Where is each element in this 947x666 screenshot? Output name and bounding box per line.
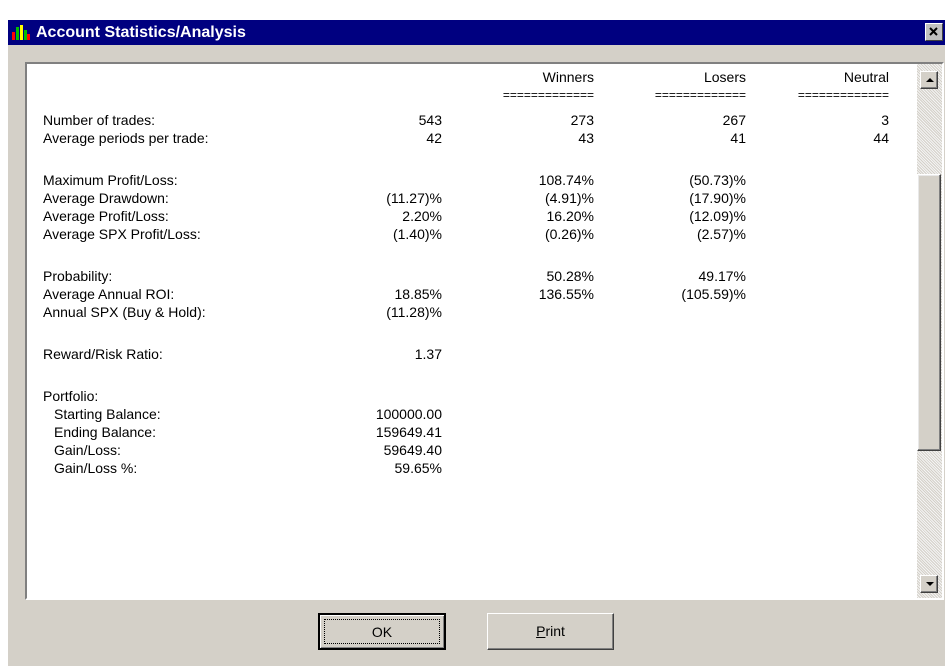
ok-label: OK	[371, 624, 393, 640]
vertical-scrollbar[interactable]	[917, 64, 942, 598]
row-label: Maximum Profit/Loss:	[43, 172, 178, 188]
row-label: Starting Balance:	[54, 406, 161, 422]
value-neutral: 3	[881, 112, 889, 128]
print-label-rest: rint	[545, 623, 565, 639]
report-row: Gain/Loss %: 59.65%	[27, 459, 917, 477]
chart-bars-icon	[12, 25, 30, 40]
scroll-down-button[interactable]	[920, 575, 938, 593]
dialog-window: Account Statistics/Analysis Winners Lose…	[0, 0, 947, 666]
value-total: 18.85%	[394, 286, 442, 302]
header-losers: Losers	[703, 69, 746, 85]
value-total: 2.20%	[402, 208, 442, 224]
value-winners: 136.55%	[538, 286, 594, 302]
value-winners: 108.74%	[538, 172, 594, 188]
close-icon	[929, 27, 938, 36]
report-row: Portfolio:	[27, 387, 917, 405]
close-button[interactable]	[925, 23, 943, 41]
value-winners: 50.28%	[546, 268, 594, 284]
row-label: Annual SPX (Buy & Hold):	[43, 304, 206, 320]
ok-button[interactable]: OK	[318, 613, 446, 650]
row-label: Average Annual ROI:	[43, 286, 175, 302]
value-winners: (0.26)%	[544, 226, 594, 242]
arrow-down-icon	[926, 582, 934, 586]
row-label: Gain/Loss %:	[54, 460, 138, 476]
title-bar[interactable]: Account Statistics/Analysis	[8, 20, 945, 45]
header-winners: Winners	[542, 69, 594, 85]
report-row: Annual SPX (Buy & Hold): (11.28)%	[27, 303, 917, 321]
separator-losers: =============	[654, 88, 746, 102]
separator-row: ============= ============= ============…	[27, 86, 917, 104]
report-row: Average Annual ROI: 18.85% 136.55% (105.59)…	[27, 285, 917, 303]
value-total: (11.28)%	[386, 304, 442, 320]
value-winners: 273	[570, 112, 594, 128]
value-total: 543	[418, 112, 442, 128]
row-label: Probability:	[43, 268, 113, 284]
report-row: Probability: 50.28% 49.17%	[27, 267, 917, 285]
value-total: 159649.41	[375, 424, 442, 440]
value-total: (1.40)%	[392, 226, 442, 242]
report-row: Average periods per trade: 42 43 41 44	[27, 129, 917, 147]
value-total: 42	[426, 130, 442, 146]
row-label: Ending Balance:	[54, 424, 156, 440]
value-losers: (17.90)%	[689, 190, 746, 206]
report-row: Reward/Risk Ratio: 1.37	[27, 345, 917, 363]
header-neutral: Neutral	[843, 69, 889, 85]
value-losers: 49.17%	[698, 268, 746, 284]
value-total: (11.27)%	[386, 190, 442, 206]
report-panel[interactable]: Winners Losers Neutral ============= ===…	[25, 62, 944, 600]
separator-neutral: =============	[797, 88, 889, 102]
report-row: Starting Balance: 100000.00	[27, 405, 917, 423]
report-row: Maximum Profit/Loss: 108.74% (50.73)%	[27, 171, 917, 189]
separator-winners: =============	[502, 88, 594, 102]
value-losers: (105.59)%	[681, 286, 746, 302]
report-content: Winners Losers Neutral ============= ===…	[27, 64, 917, 598]
value-total: 1.37	[414, 346, 442, 362]
header-row: Winners Losers Neutral	[27, 68, 917, 86]
value-total: 59649.40	[383, 442, 442, 458]
print-button[interactable]: Print	[487, 613, 614, 650]
row-label: Number of trades:	[43, 112, 156, 128]
dialog-client-area: Winners Losers Neutral ============= ===…	[8, 45, 945, 666]
report-row: Average Profit/Loss: 2.20% 16.20% (12.09)%	[27, 207, 917, 225]
row-label: Average Drawdown:	[43, 190, 169, 206]
value-winners: (4.91)%	[544, 190, 594, 206]
value-winners: 16.20%	[546, 208, 594, 224]
row-label: Portfolio:	[43, 388, 99, 404]
scroll-up-button[interactable]	[920, 71, 938, 89]
window-title: Account Statistics/Analysis	[36, 24, 246, 41]
value-losers: (12.09)%	[689, 208, 746, 224]
report-row: Ending Balance: 159649.41	[27, 423, 917, 441]
report-row: Average SPX Profit/Loss: (1.40)% (0.26)% (2…	[27, 225, 917, 243]
scroll-thumb[interactable]	[917, 174, 941, 451]
value-total: 100000.00	[375, 406, 442, 422]
value-winners: 43	[578, 130, 594, 146]
value-total: 59.65%	[394, 460, 442, 476]
row-label: Reward/Risk Ratio:	[43, 346, 163, 362]
value-losers: 41	[730, 130, 746, 146]
value-neutral: 44	[873, 130, 889, 146]
row-label: Average periods per trade:	[43, 130, 209, 146]
report-row: Gain/Loss: 59649.40	[27, 441, 917, 459]
row-label: Gain/Loss:	[54, 442, 121, 458]
row-label: Average Profit/Loss:	[43, 208, 169, 224]
row-label: Average SPX Profit/Loss:	[43, 226, 201, 242]
report-row: Number of trades: 543 273 267 3	[27, 111, 917, 129]
value-losers: 267	[722, 112, 746, 128]
arrow-up-icon	[926, 78, 934, 82]
report-row: Average Drawdown: (11.27)% (4.91)% (17.90)%	[27, 189, 917, 207]
value-losers: (50.73)%	[689, 172, 746, 188]
value-losers: (2.57)%	[696, 226, 746, 242]
